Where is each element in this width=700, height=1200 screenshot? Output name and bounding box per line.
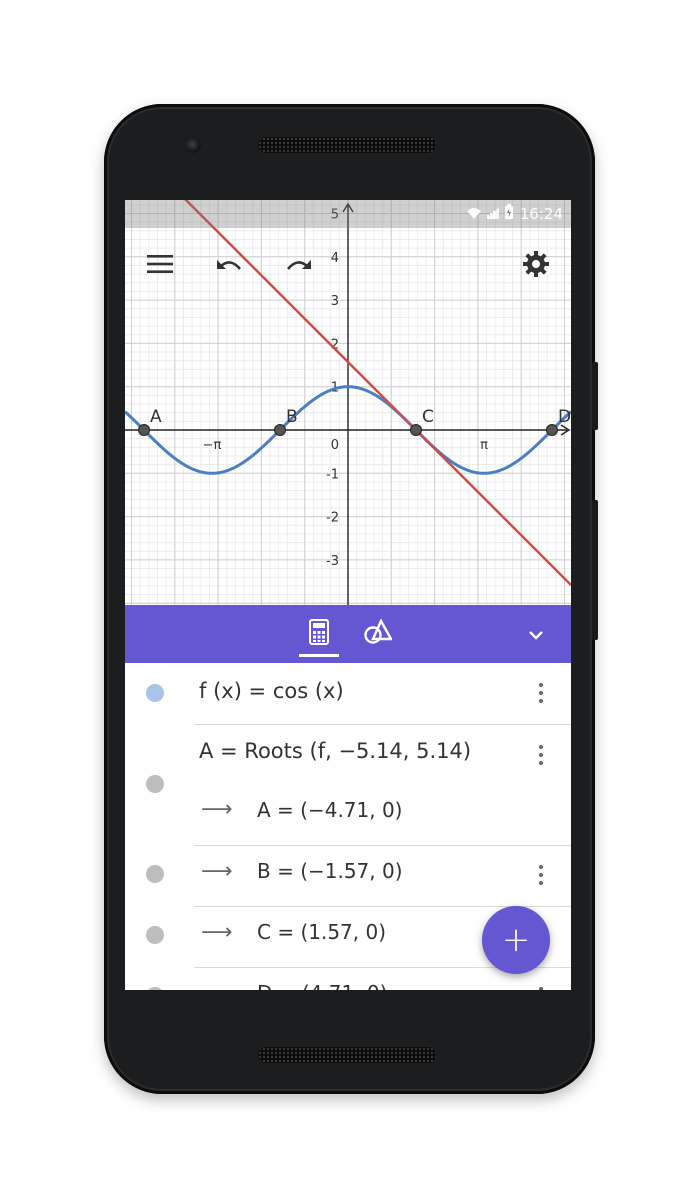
plus-icon: +: [501, 920, 531, 960]
undo-button[interactable]: [210, 246, 250, 286]
gear-icon: [522, 250, 550, 282]
expression-roots[interactable]: A = Roots (f, −5.14, 5.14): [199, 739, 471, 763]
more-options-d[interactable]: [531, 984, 551, 990]
more-options-f[interactable]: [531, 680, 551, 708]
point-label: D: [558, 407, 571, 427]
app-screen: 54321-1-2-3−ππ0ABCD 16:24: [125, 200, 571, 990]
menu-icon: [147, 254, 173, 278]
tab-tools[interactable]: [356, 613, 400, 655]
expression-f[interactable]: f (x) = cos (x): [199, 679, 344, 703]
visibility-toggle-b[interactable]: [146, 865, 164, 883]
calculator-icon: [309, 619, 329, 649]
settings-button[interactable]: [516, 246, 556, 286]
power-button: [592, 362, 598, 430]
top-speaker: [258, 137, 436, 153]
root-point: [138, 424, 151, 436]
x-tick-label: π: [480, 438, 488, 453]
output-d: D = (4.71, 0): [257, 981, 387, 990]
output-a: A = (−4.71, 0): [257, 798, 403, 822]
root-point: [409, 424, 422, 436]
battery-icon: [504, 204, 514, 224]
output-arrow: ⟶: [201, 920, 233, 945]
undo-icon: [216, 255, 244, 277]
tab-algebra[interactable]: [297, 613, 341, 655]
front-camera: [185, 137, 201, 153]
root-point: [545, 424, 558, 436]
signal-icon: [486, 205, 500, 224]
output-arrow: ⟶: [201, 797, 233, 822]
menu-button[interactable]: [140, 246, 180, 286]
output-c: C = (1.57, 0): [257, 920, 387, 944]
add-input-button[interactable]: +: [482, 906, 550, 974]
point-label: B: [286, 407, 298, 427]
output-b: B = (−1.57, 0): [257, 859, 403, 883]
active-tab-indicator: [299, 654, 339, 657]
status-bar: 16:24: [125, 200, 571, 228]
y-tick-label: 3: [331, 294, 339, 309]
point-label: C: [422, 407, 434, 427]
view-tab-bar: [125, 605, 571, 663]
output-arrow: ⟶: [201, 859, 233, 884]
y-tick-label: 4: [331, 251, 339, 266]
chevron-down-icon: [528, 625, 544, 644]
redo-button[interactable]: [278, 246, 318, 286]
wifi-icon: [466, 205, 482, 224]
volume-button: [592, 500, 598, 640]
more-options-b[interactable]: [531, 862, 551, 890]
root-point: [274, 424, 287, 436]
algebra-row-b[interactable]: ⟶ B = (−1.57, 0): [125, 846, 571, 906]
y-tick-label: -2: [326, 511, 339, 526]
visibility-toggle-d[interactable]: [146, 987, 164, 990]
visibility-toggle-a[interactable]: [146, 775, 164, 793]
bottom-speaker: [258, 1047, 436, 1063]
point-label: A: [150, 407, 162, 427]
collapse-button[interactable]: [514, 613, 558, 655]
graphics-view[interactable]: 5 4 3 2 1 -1 -2 -3 −π π 0 A B C D: [125, 200, 571, 605]
shapes-icon: [364, 618, 394, 649]
clock: 16:24: [519, 205, 563, 223]
visibility-toggle-c[interactable]: [146, 926, 164, 944]
y-tick-label: -3: [326, 554, 339, 569]
x-tick-label: −π: [203, 438, 222, 453]
origin-label: 0: [331, 438, 339, 453]
visibility-toggle-f[interactable]: [146, 684, 164, 702]
algebra-row-roots[interactable]: A = Roots (f, −5.14, 5.14) ⟶ A = (−4.71,…: [125, 725, 571, 845]
y-tick-label: -1: [326, 467, 339, 482]
more-options-a[interactable]: [531, 742, 551, 770]
redo-icon: [284, 255, 312, 277]
algebra-row-f[interactable]: f (x) = cos (x): [125, 663, 571, 724]
